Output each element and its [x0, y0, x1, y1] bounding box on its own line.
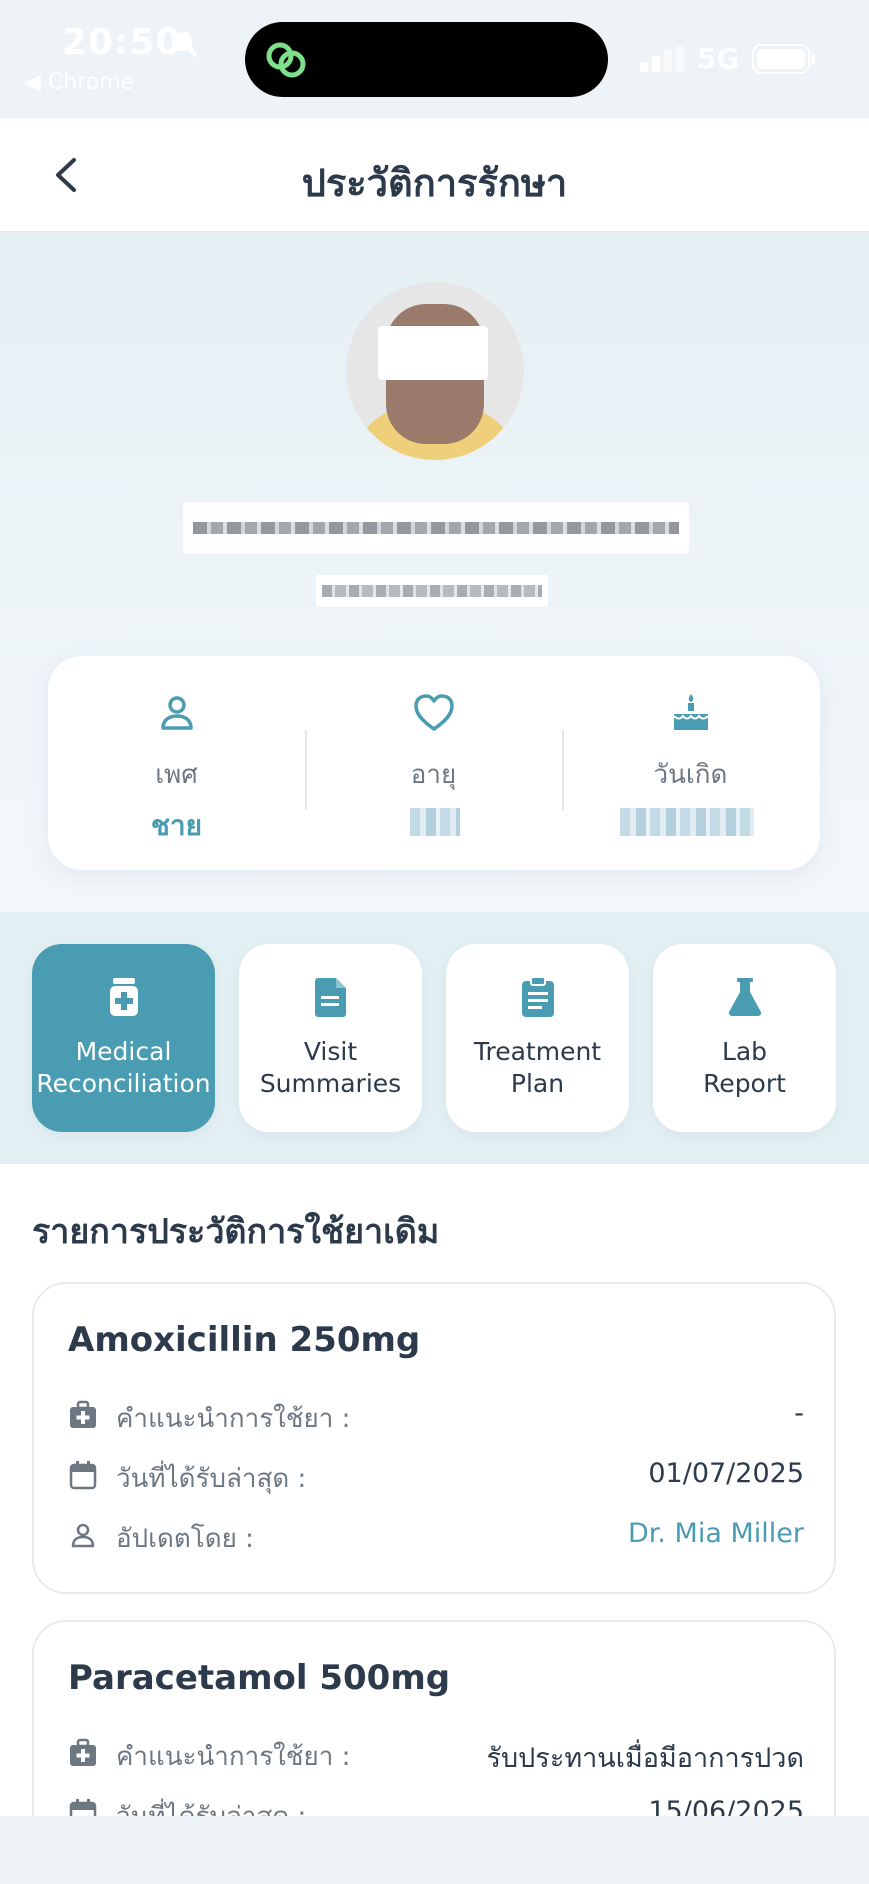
page-title: ประวัติการรักษา	[301, 161, 568, 205]
section-title: รายการประวัติการใช้ยาเดิม	[32, 1212, 440, 1252]
medical-bag-icon	[68, 1400, 98, 1430]
gender-label: เพศ	[155, 760, 198, 790]
document-icon	[310, 976, 352, 1018]
date-value: 15/06/2025	[648, 1796, 804, 1816]
age-info: อายุ	[305, 656, 562, 870]
date-row: วันที่ได้รับล่าสุด : 01/07/2025	[68, 1456, 804, 1496]
cake-icon	[668, 690, 714, 736]
age-label: อายุ	[410, 760, 457, 790]
bottom-bar	[0, 1816, 869, 1884]
updated-by-row: อัปเดตโดย : Dr. Mia Miller	[68, 1516, 804, 1556]
patient-info-card: เพศ ชาย อายุ วันเกิด	[48, 656, 820, 870]
bell-muted-icon	[168, 28, 200, 64]
tab-treatment-plan[interactable]: Treatment Plan	[446, 944, 629, 1132]
heart-icon	[411, 690, 457, 736]
date-row: วันที่ได้รับล่าสุด : 15/06/2025	[68, 1794, 804, 1816]
medication-card[interactable]: Paracetamol 500mg คำแนะนำการใช้ยา : รับป…	[32, 1620, 836, 1816]
instruction-label: คำแนะนำการใช้ยา :	[116, 1742, 351, 1772]
patient-id-redacted	[316, 575, 548, 607]
person-icon	[68, 1520, 98, 1550]
network-type: 5G	[697, 42, 740, 75]
updated-by-label: อัปเดตโดย :	[116, 1524, 254, 1554]
medication-history: รายการประวัติการใช้ยาเดิม Amoxicillin 25…	[0, 1164, 869, 1816]
doctor-link[interactable]: Dr. Mia Miller	[628, 1518, 804, 1549]
instruction-row: คำแนะนำการใช้ยา : -	[68, 1396, 804, 1436]
birthdate-value-redacted	[620, 808, 754, 836]
calendar-icon	[68, 1798, 98, 1816]
medical-bag-icon	[68, 1738, 98, 1768]
app-logo-icon	[263, 38, 309, 86]
status-bar: 20:50 ◀ Chrome 5G	[0, 0, 869, 118]
date-label: วันที่ได้รับล่าสุด :	[116, 1464, 307, 1494]
tab-lab-report[interactable]: Lab Report	[653, 944, 836, 1132]
flask-icon	[724, 976, 766, 1018]
person-icon	[154, 690, 200, 736]
date-value: 01/07/2025	[648, 1458, 804, 1489]
gender-info: เพศ ชาย	[48, 656, 305, 870]
instruction-value: -	[794, 1398, 804, 1429]
tab-medical-reconciliation[interactable]: Medical Reconciliation	[32, 944, 215, 1132]
tab-label: Treatment Plan	[473, 1037, 602, 1098]
patient-name-redacted	[183, 502, 689, 554]
medicine-bottle-icon	[103, 976, 145, 1018]
battery-icon	[752, 44, 816, 78]
instruction-value: รับประทานเมื่อมีอาการปวด	[486, 1743, 804, 1774]
medication-name: Amoxicillin 250mg	[68, 1320, 421, 1360]
tab-label: Medical Reconciliation	[36, 1037, 211, 1098]
tab-visit-summaries[interactable]: Visit Summaries	[239, 944, 422, 1132]
patient-profile: เพศ ชาย อายุ วันเกิด	[0, 232, 869, 912]
back-to-app-link[interactable]: ◀ Chrome	[24, 70, 134, 95]
tab-label: Lab Report	[703, 1037, 786, 1098]
medication-card[interactable]: Amoxicillin 250mg คำแนะนำการใช้ยา : - วั…	[32, 1282, 836, 1594]
birthdate-info: วันเกิด	[562, 656, 819, 870]
tab-label: Visit Summaries	[259, 1037, 402, 1098]
avatar	[346, 282, 524, 460]
calendar-icon	[68, 1460, 98, 1490]
birthdate-label: วันเกิด	[653, 760, 728, 790]
gender-value: ชาย	[150, 809, 203, 842]
status-time: 20:50	[62, 22, 182, 63]
nav-bar: ประวัติการรักษา	[0, 118, 869, 232]
clipboard-icon	[517, 976, 559, 1018]
instruction-label: คำแนะนำการใช้ยา :	[116, 1404, 351, 1434]
signal-icon	[640, 46, 684, 76]
dynamic-island	[245, 22, 608, 97]
medication-name: Paracetamol 500mg	[68, 1658, 451, 1698]
date-label: วันที่ได้รับล่าสุด :	[116, 1796, 306, 1816]
instruction-row: คำแนะนำการใช้ยา : รับประทานเมื่อมีอาการป…	[68, 1734, 804, 1774]
history-tabs: Medical Reconciliation Visit Summaries T…	[0, 912, 869, 1164]
age-value-redacted	[410, 808, 460, 836]
